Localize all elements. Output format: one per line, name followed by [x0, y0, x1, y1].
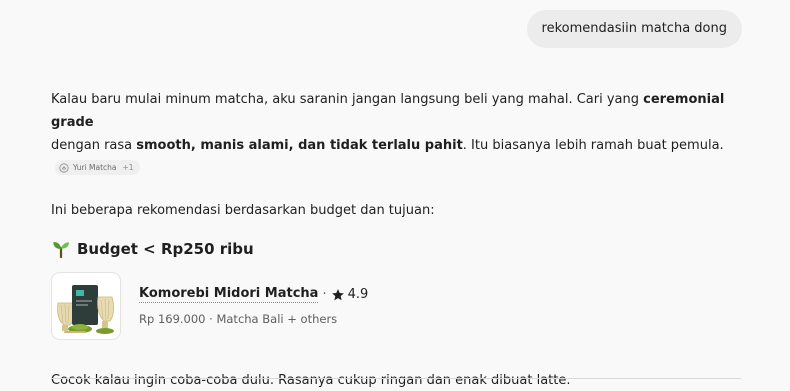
product-photo [52, 272, 120, 339]
chat-page: rekomendasiin matcha dong Kalau baru mul… [0, 0, 790, 391]
divider [51, 378, 741, 379]
source-chip-extra: +1 [122, 163, 134, 172]
product-title-row: Komorebi Midori Matcha · 4.9 [139, 285, 368, 305]
product-image[interactable] [51, 271, 121, 340]
product-name-link[interactable]: Komorebi Midori Matcha [139, 286, 319, 303]
star-icon [331, 288, 344, 300]
product-rating: 4.9 [347, 286, 369, 302]
source-chip-label: Yuri Matcha [73, 163, 117, 172]
seedling-icon [53, 241, 69, 258]
answer-bold-text: smooth, manis alami, dan tidak terlalu p… [136, 138, 463, 153]
section-heading-text: Budget < Rp250 ribu [77, 239, 254, 258]
product-price-sellers: Rp 169.000 · Matcha Bali + others [139, 311, 338, 326]
answer-text: dengan rasa [51, 138, 137, 153]
title-separator: · [322, 286, 327, 302]
answer-text: Kalau baru mulai minum matcha, aku saran… [51, 92, 644, 107]
recommendation-intro: Ini beberapa rekomendasi berdasarkan bud… [51, 202, 435, 218]
product-card[interactable]: Komorebi Midori Matcha · 4.9 Rp 169.000 … [51, 271, 751, 340]
product-info: Komorebi Midori Matcha · 4.9 Rp 169.000 … [139, 285, 368, 327]
budget-section-heading: Budget < Rp250 ribu [51, 238, 751, 260]
user-message-text: rekomendasiin matcha dong [541, 21, 727, 36]
source-citation-chip[interactable]: Yuri Matcha +1 [55, 160, 140, 175]
user-message-bubble: rekomendasiin matcha dong [526, 10, 742, 48]
answer-paragraph-1: Kalau baru mulai minum matcha, aku saran… [51, 88, 751, 157]
assistant-answer: Kalau baru mulai minum matcha, aku saran… [51, 88, 751, 391]
recommendation-closing: Cocok kalau ingin coba-coba dulu. Rasany… [51, 372, 571, 388]
matcha-logo-icon [59, 162, 69, 173]
answer-text: . Itu biasanya lebih ramah buat pemula. [462, 138, 724, 153]
